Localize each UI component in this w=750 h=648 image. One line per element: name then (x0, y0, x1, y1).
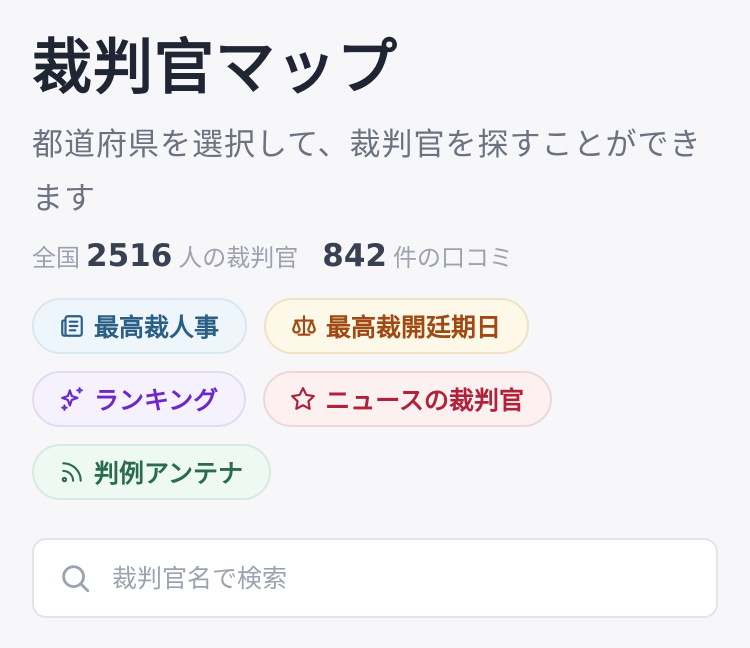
chip-label: ニュースの裁判官 (325, 386, 525, 415)
star-icon (289, 385, 317, 413)
ranking-chip[interactable]: ランキング (32, 371, 247, 427)
stats-prefix: 全国 (32, 244, 80, 272)
chip-label: ランキング (94, 386, 219, 415)
sparkles-icon (58, 385, 86, 413)
judges-suffix: 人の裁判官 (178, 244, 299, 272)
reviews-count: 842 (322, 238, 387, 274)
supreme-court-personnel-chip[interactable]: 最高裁人事 (32, 298, 248, 354)
scale-icon (290, 312, 318, 340)
chip-label: 判例アンテナ (94, 459, 244, 488)
newspaper-icon (58, 312, 86, 340)
case-law-antenna-chip[interactable]: 判例アンテナ (32, 444, 272, 500)
page-content: 裁判官マップ 都道府県を選択して、裁判官を探すことができます 全国 2516 人… (32, 28, 718, 500)
search-box (32, 538, 718, 618)
page-title: 裁判官マップ (32, 33, 398, 103)
quick-links: 最高裁人事 最高裁開廷期日 ランキング ニュースの裁判官 判例アンテナ (32, 298, 632, 500)
judges-count: 2516 (86, 238, 173, 274)
stats-summary: 全国 2516 人の裁判官 842 件の口コミ (32, 238, 718, 278)
page-subtitle: 都道府県を選択して、裁判官を探すことができます (32, 127, 702, 217)
search-input[interactable] (112, 563, 672, 593)
supreme-court-hearing-dates-chip[interactable]: 最高裁開廷期日 (264, 298, 530, 354)
chip-label: 最高裁人事 (94, 313, 220, 342)
news-judges-chip[interactable]: ニュースの裁判官 (263, 371, 553, 427)
chip-label: 最高裁開廷期日 (326, 313, 502, 342)
reviews-suffix: 件の口コミ (393, 244, 513, 272)
search-icon (58, 561, 92, 595)
rss-icon (58, 458, 86, 486)
